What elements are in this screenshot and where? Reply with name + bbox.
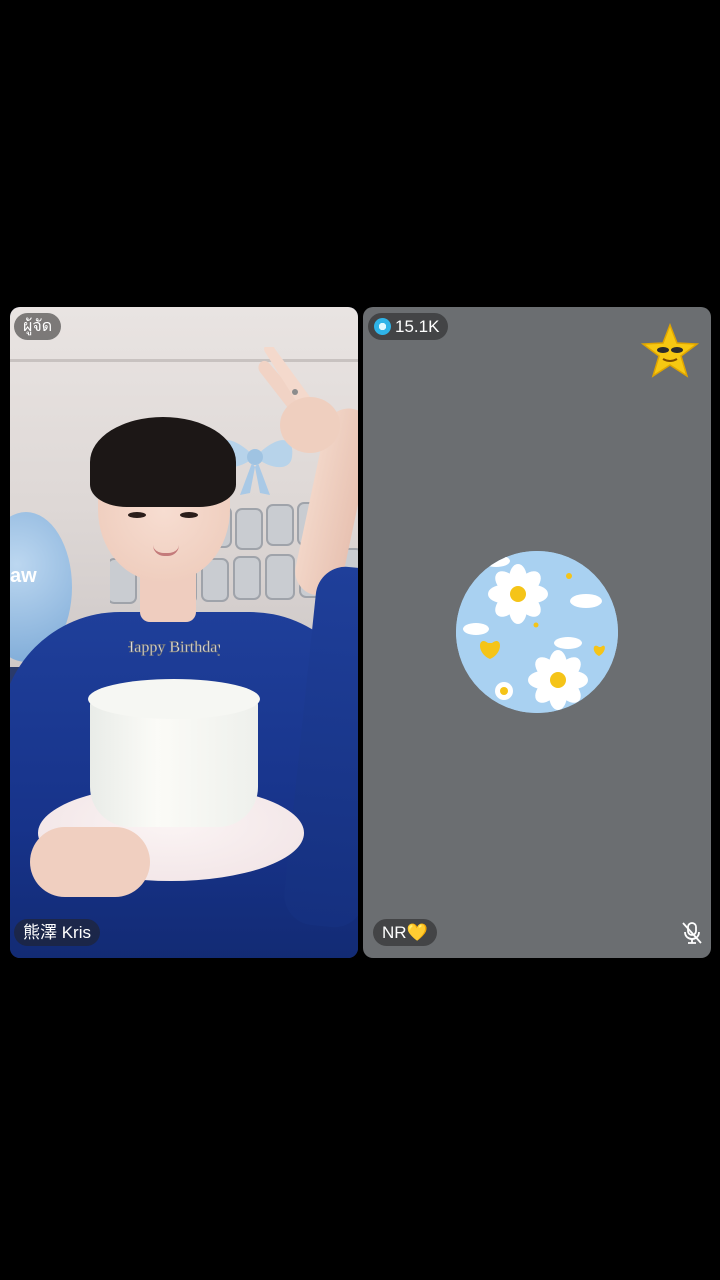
hair — [90, 417, 236, 507]
hand-holding-plate — [30, 827, 150, 897]
host-badge: ผู้จัด — [14, 313, 62, 340]
guest-avatar[interactable] — [456, 551, 618, 713]
score-value: 15.1K — [395, 317, 440, 336]
star-face-icon[interactable] — [641, 323, 699, 381]
guest-name-text: NR — [382, 923, 407, 942]
cake-topper: Happy Birthday — [128, 639, 220, 657]
host-name-label[interactable]: 熊澤 Kris — [14, 919, 100, 946]
gem-icon — [374, 318, 391, 335]
mic-off-icon[interactable] — [681, 921, 703, 945]
peace-sign-hand — [258, 347, 340, 453]
topper-line-1: Happy Birthday — [128, 639, 220, 656]
cake-top — [88, 679, 260, 719]
balloon-text: aw — [10, 565, 37, 587]
right-eye — [180, 512, 198, 518]
score-badge[interactable]: 15.1K — [368, 313, 449, 340]
guest-name-label[interactable]: NR💛 — [373, 919, 437, 946]
guest-panel[interactable]: 15.1K NR💛 — [363, 307, 711, 958]
host-video-panel[interactable]: aw Happy Birthday ผู้จัด 熊澤 Kris — [10, 307, 358, 958]
left-eye — [128, 512, 146, 518]
daisy-avatar-image — [456, 551, 618, 713]
host-video-frame: aw Happy Birthday — [10, 307, 358, 958]
yellow-heart-icon: 💛 — [406, 923, 428, 942]
